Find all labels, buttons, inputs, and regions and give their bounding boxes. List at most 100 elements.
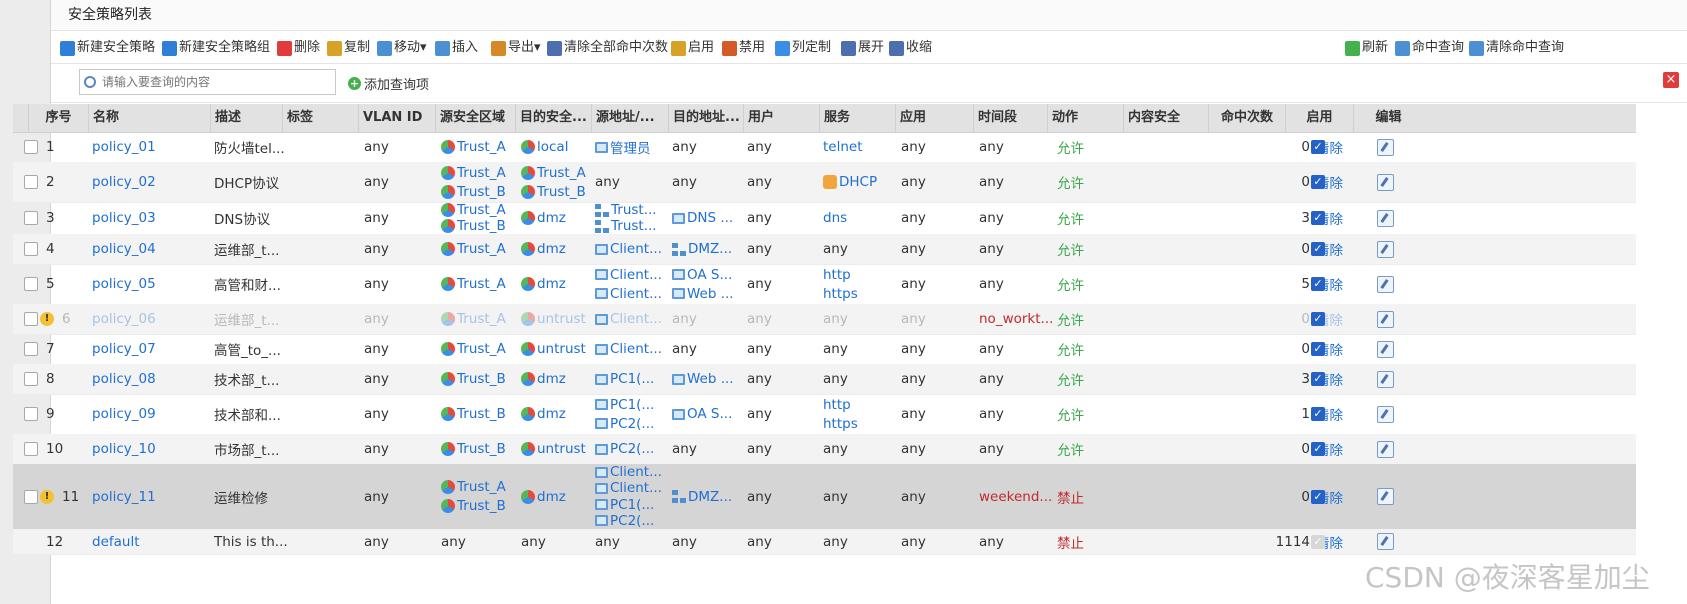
column-header-3[interactable]: 标签 (282, 104, 358, 132)
column-header-5[interactable]: 源安全区域 (435, 104, 515, 132)
toolbar-button-move[interactable]: 移动▾ (377, 39, 427, 57)
table-row[interactable]: 8 policy_08 技术部_t... any Trust_B dmz PC1(... We… (13, 364, 1636, 395)
address-link[interactable]: Trust... (611, 218, 657, 234)
toolbar-button-export[interactable]: 导出▾ (491, 39, 541, 57)
zone-link[interactable]: Trust_A (457, 341, 506, 357)
zone-link[interactable]: Trust_A (457, 165, 506, 181)
edit-icon[interactable] (1377, 240, 1394, 258)
zone-link[interactable]: untrust (537, 441, 586, 457)
zone-link[interactable]: local (537, 139, 568, 155)
edit-icon[interactable] (1377, 138, 1394, 156)
policy-name-link[interactable]: policy_11 (92, 489, 207, 505)
service-link[interactable]: http (823, 397, 851, 413)
row-checkbox[interactable] (24, 211, 38, 225)
toolbar-button-add[interactable]: 新建安全策略 (60, 39, 155, 57)
zone-link[interactable]: Trust_A (457, 311, 506, 327)
service-link[interactable]: DHCP (839, 174, 877, 190)
add-query-button[interactable]: + 添加查询项 (348, 74, 429, 93)
zone-link[interactable]: dmz (537, 276, 566, 292)
column-header-10[interactable]: 服务 (819, 104, 895, 132)
zone-link[interactable]: Trust_A (457, 479, 506, 495)
zone-link[interactable]: Trust_B (537, 184, 586, 200)
edit-icon[interactable] (1377, 440, 1394, 458)
column-header-2[interactable]: 描述 (210, 104, 282, 132)
policy-name-link[interactable]: policy_09 (92, 406, 207, 422)
address-link[interactable]: PC1(... (610, 397, 654, 413)
address-link[interactable]: Client... (610, 480, 662, 496)
address-link[interactable]: OA S... (687, 267, 732, 283)
enable-checkbox[interactable]: ✓ (1311, 442, 1325, 456)
policy-name-link[interactable]: default (92, 534, 207, 550)
row-checkbox[interactable] (24, 277, 38, 291)
service-link[interactable]: https (823, 416, 858, 432)
row-checkbox[interactable] (24, 442, 38, 456)
row-checkbox[interactable] (24, 312, 38, 326)
edit-icon[interactable] (1377, 173, 1394, 191)
address-link[interactable]: DMZ... (688, 489, 732, 505)
address-link[interactable]: Trust... (611, 202, 657, 218)
table-row[interactable]: 5 policy_05 高管和财... any Trust_A dmz Client... C… (13, 264, 1636, 305)
close-icon[interactable]: × (1663, 72, 1679, 88)
toolbar-button-refresh[interactable]: 刷新 (1345, 39, 1388, 57)
zone-link[interactable]: Trust_B (457, 218, 506, 234)
enable-checkbox[interactable]: ✓ (1311, 372, 1325, 386)
enable-checkbox[interactable]: ✓ (1311, 175, 1325, 189)
toolbar-button-insert[interactable]: 插入 (435, 39, 478, 57)
zone-link[interactable]: Trust_B (457, 441, 506, 457)
toolbar-button-clear-hit-query[interactable]: 清除命中查询 (1469, 39, 1564, 57)
service-link[interactable]: https (823, 286, 858, 302)
edit-icon[interactable] (1377, 405, 1394, 423)
address-link[interactable]: DNS ... (687, 210, 733, 226)
table-row[interactable]: 9 policy_09 技术部和... any Trust_B dmz PC1(... PC2… (13, 394, 1636, 435)
column-header-8[interactable]: 目的地址... (668, 104, 743, 132)
address-link[interactable]: DMZ... (688, 241, 732, 257)
zone-link[interactable]: Trust_A (457, 241, 506, 257)
toolbar-button-column-custom[interactable]: 列定制 (775, 39, 831, 57)
policy-name-link[interactable]: policy_06 (92, 311, 207, 327)
service-link[interactable]: telnet (823, 139, 863, 155)
zone-link[interactable]: Trust_A (457, 202, 506, 218)
zone-link[interactable]: dmz (537, 210, 566, 226)
address-link[interactable]: PC2(... (610, 416, 654, 432)
address-link[interactable]: Client... (610, 464, 662, 480)
column-header-11[interactable]: 应用 (895, 104, 973, 132)
zone-link[interactable]: Trust_A (457, 276, 506, 292)
address-link[interactable]: 管理员 (610, 137, 651, 157)
address-link[interactable]: Client... (610, 341, 662, 357)
toolbar-button-collapse[interactable]: 收缩 (889, 39, 932, 57)
search-input[interactable] (100, 74, 329, 90)
row-checkbox[interactable] (24, 175, 38, 189)
column-header-9[interactable]: 用户 (743, 104, 819, 132)
address-link[interactable]: Client... (610, 286, 662, 302)
table-row[interactable]: 2 policy_02 DHCP协议 any Trust_A Trust_B Trust_A… (13, 162, 1636, 203)
toolbar-button-enable[interactable]: 启用 (671, 39, 714, 57)
zone-link[interactable]: Trust_B (457, 498, 506, 514)
column-header-7[interactable]: 源地址/... (591, 104, 668, 132)
policy-name-link[interactable]: policy_01 (92, 139, 207, 155)
enable-checkbox[interactable]: ✓ (1311, 534, 1325, 549)
column-header-16[interactable]: 启用 (1285, 104, 1353, 132)
column-header-4[interactable]: VLAN ID (358, 104, 435, 132)
toolbar-button-clear-hits[interactable]: 清除全部命中次数 (547, 39, 668, 57)
zone-link[interactable]: Trust_B (457, 371, 506, 387)
address-link[interactable]: Web ... (687, 371, 734, 387)
column-header-12[interactable]: 时间段 (973, 104, 1047, 132)
enable-checkbox[interactable]: ✓ (1311, 312, 1325, 326)
row-checkbox[interactable] (24, 140, 38, 154)
policy-name-link[interactable]: policy_03 (92, 210, 207, 226)
zone-link[interactable]: Trust_B (457, 184, 506, 200)
address-link[interactable]: PC1(... (610, 497, 654, 513)
zone-link[interactable]: untrust (537, 311, 586, 327)
address-link[interactable]: OA S... (687, 406, 732, 422)
column-header-0[interactable]: 序号 (28, 104, 88, 132)
column-header-14[interactable]: 内容安全 (1123, 104, 1208, 132)
enable-checkbox[interactable]: ✓ (1311, 489, 1325, 504)
zone-link[interactable]: Trust_B (457, 406, 506, 422)
column-header-6[interactable]: 目的安全... (515, 104, 591, 132)
address-link[interactable]: Client... (610, 241, 662, 257)
toolbar-button-copy[interactable]: 复制 (327, 39, 370, 57)
toolbar-button-add-group[interactable]: 新建安全策略组 (162, 39, 270, 57)
zone-link[interactable]: Trust_A (537, 165, 586, 181)
toolbar-button-disable[interactable]: 禁用 (722, 39, 765, 57)
table-row[interactable]: 3 policy_03 DNS协议 any Trust_A Trust_B dmz Trust… (13, 202, 1636, 235)
